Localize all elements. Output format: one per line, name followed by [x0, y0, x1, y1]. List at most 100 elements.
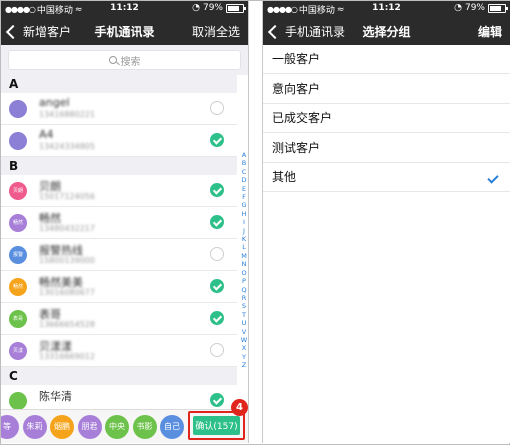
index-letter[interactable]: T	[242, 311, 246, 319]
index-letter[interactable]: K	[242, 235, 246, 243]
checked-circle-icon[interactable]	[210, 393, 224, 407]
avatar: 报警	[9, 246, 27, 264]
contact-row[interactable]: 贝朗 贝朗 15017124056	[1, 175, 237, 207]
search-icon	[108, 56, 117, 64]
group-label: 其他	[272, 170, 297, 184]
selected-bar: 自己 书影 中央 朋君 烟鹏 朱莉等 确认(157) 4	[1, 399, 248, 443]
alarm-icon: ◔	[454, 3, 462, 13]
contact-row[interactable]: 畅然 畅然美美 13016080677	[1, 271, 237, 303]
avatar	[9, 100, 27, 118]
index-letter[interactable]: U	[242, 319, 247, 327]
group-option[interactable]: 其他	[263, 163, 510, 192]
index-letter[interactable]: M	[241, 252, 247, 260]
selected-contact-chip[interactable]: 朱莉	[22, 415, 47, 439]
avatar	[9, 392, 27, 410]
nav-bar: 手机通讯录 选择分组 编辑	[263, 17, 510, 45]
battery-icon	[226, 3, 246, 13]
edit-button[interactable]: 编辑	[478, 23, 502, 40]
avatar: 表哥	[9, 310, 27, 328]
contact-phone: 15017124056	[39, 192, 95, 201]
checked-circle-icon[interactable]	[210, 311, 224, 325]
battery-percent: 79%	[464, 3, 485, 13]
chevron-left-icon	[267, 24, 283, 39]
index-letter[interactable]: S	[242, 302, 246, 310]
contact-row[interactable]: 报警 报警热线 15800139000	[1, 239, 237, 271]
index-letter[interactable]: O	[241, 269, 246, 277]
index-letter[interactable]: Z	[242, 361, 246, 369]
unchecked-circle-icon[interactable]	[210, 247, 224, 261]
battery-percent: 79%	[202, 3, 223, 13]
checked-circle-icon[interactable]	[210, 215, 224, 229]
group-label: 已成交客户	[272, 111, 333, 125]
back-button[interactable]: 手机通讯录	[267, 23, 345, 40]
index-letter[interactable]: Y	[242, 353, 246, 361]
contact-row[interactable]: A4 13424334805	[1, 125, 237, 157]
group-label: 测试客户	[272, 140, 321, 155]
section-header: B	[1, 157, 237, 175]
deselect-all-button[interactable]: 取消全选	[192, 23, 240, 40]
search-placeholder: 搜索	[120, 56, 141, 68]
contact-row[interactable]: 畅然 畅然 13480432217	[1, 207, 237, 239]
index-letter[interactable]: A	[242, 151, 246, 159]
avatar: 畅然	[9, 278, 27, 296]
back-label: 新增客户	[23, 25, 72, 39]
index-letter[interactable]: P	[242, 277, 246, 285]
selected-contact-chip[interactable]: 自己	[160, 415, 184, 439]
group-option[interactable]: 一般客户	[263, 45, 510, 74]
selected-contact-chip[interactable]: 烟鹏	[50, 415, 74, 439]
index-letter[interactable]: F	[242, 193, 246, 201]
confirm-button[interactable]: 确认(157)	[193, 416, 240, 435]
index-letter[interactable]: H	[242, 210, 247, 218]
alarm-icon: ◔	[192, 3, 200, 13]
group-label: 意向客户	[272, 81, 321, 96]
group-option[interactable]: 已成交客户	[263, 104, 510, 133]
contact-row[interactable]: 表哥 表哥 13666654528	[1, 303, 237, 335]
unchecked-circle-icon[interactable]	[210, 101, 224, 115]
index-letter[interactable]: L	[242, 243, 246, 251]
checked-circle-icon[interactable]	[210, 183, 224, 197]
index-letter[interactable]: I	[243, 218, 245, 226]
step-badge: 4	[231, 399, 248, 416]
group-option[interactable]: 测试客户	[263, 134, 510, 163]
selected-contact-chip[interactable]: 书影	[132, 415, 157, 439]
contact-phone: 13424334805	[39, 142, 95, 151]
contact-row[interactable]: 贝漾 贝漾漾 13316669012	[1, 335, 237, 367]
checkmark-icon	[487, 172, 499, 184]
index-letter[interactable]: Q	[241, 286, 246, 294]
unchecked-circle-icon[interactable]	[210, 343, 224, 357]
contact-phone: 13416880221	[39, 110, 95, 119]
search-bar: 搜索	[1, 45, 248, 75]
index-letter[interactable]: J	[243, 227, 245, 235]
chevron-left-icon	[5, 24, 21, 39]
contacts-screen: ●●●●○ 中国移动 ≈ 11:12 ◔ 79% 新增客户 手机通讯录 取消全选…	[1, 1, 249, 443]
section-header: C	[1, 367, 237, 385]
checked-circle-icon[interactable]	[210, 279, 224, 293]
contact-phone: 15800139000	[39, 256, 95, 265]
index-letter[interactable]: X	[242, 344, 246, 352]
selected-contact-chip[interactable]: 中央	[105, 415, 129, 439]
avatar	[9, 132, 27, 150]
status-bar: ●●●●○ 中国移动 ≈ 11:12 ◔ 79%	[263, 1, 510, 17]
index-letter[interactable]: E	[242, 185, 246, 193]
index-letter[interactable]: C	[242, 168, 247, 176]
search-input[interactable]: 搜索	[8, 50, 241, 70]
contact-phone: 13316669012	[39, 352, 95, 361]
selected-contact-chip[interactable]: 等	[1, 415, 19, 439]
battery-icon	[488, 3, 508, 13]
index-letter[interactable]: R	[242, 294, 247, 302]
back-button[interactable]: 新增客户	[5, 23, 71, 40]
contact-phone: 13666654528	[39, 320, 95, 329]
index-letter[interactable]: B	[242, 159, 246, 167]
checked-circle-icon[interactable]	[210, 133, 224, 147]
selected-contact-chip[interactable]: 朋君	[77, 415, 102, 439]
index-letter[interactable]: D	[241, 176, 246, 184]
group-option[interactable]: 意向客户	[263, 75, 510, 104]
index-letter[interactable]: V	[242, 328, 246, 336]
alphabet-index[interactable]: ABCDEFGHIJKLMNOPQRSTUVWXYZ	[240, 151, 248, 370]
contact-row[interactable]: angel 13416880221	[1, 93, 237, 125]
index-letter[interactable]: N	[242, 260, 247, 268]
index-letter[interactable]: G	[241, 201, 246, 209]
contact-name: angel	[39, 96, 70, 109]
group-label: 一般客户	[272, 52, 321, 66]
index-letter[interactable]: W	[241, 336, 247, 344]
